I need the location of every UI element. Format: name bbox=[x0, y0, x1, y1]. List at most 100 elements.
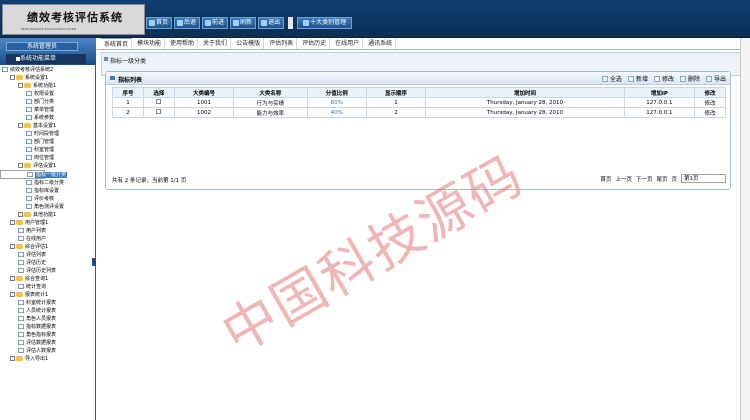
expand-collapse-icon[interactable] bbox=[10, 220, 15, 225]
tree-item[interactable]: 综合评估1 bbox=[0, 243, 96, 251]
tab-item[interactable]: 在线用户 bbox=[332, 38, 364, 49]
refresh-button[interactable]: 刷新 bbox=[230, 17, 257, 29]
first-page-link[interactable]: 首页 bbox=[600, 175, 611, 183]
page-label: 页 bbox=[671, 176, 677, 183]
tree-item[interactable]: 统计查询 bbox=[0, 283, 96, 291]
forward-button[interactable]: 前进 bbox=[202, 17, 229, 29]
table-row[interactable]: 2 1002 能力与效率 40% 2 Thursday, January 28, 2010… bbox=[112, 107, 726, 118]
tree-item[interactable]: 部门管理 bbox=[0, 138, 96, 146]
tree-item[interactable]: 评估数据报表 bbox=[0, 339, 96, 347]
sidebar-collapse-handle[interactable] bbox=[92, 258, 96, 266]
prev-page-link[interactable]: 上一页 bbox=[615, 175, 632, 183]
tree-item[interactable]: 指标二级分类 bbox=[0, 179, 96, 187]
tree-item[interactable]: 角色测评设置 bbox=[0, 203, 96, 211]
tree-item[interactable]: 评估历史 bbox=[0, 259, 96, 267]
page-icon bbox=[26, 139, 32, 144]
expand-collapse-icon[interactable] bbox=[18, 163, 23, 168]
export-button[interactable]: 导出 bbox=[705, 74, 726, 83]
row-checkbox-cell[interactable] bbox=[142, 107, 175, 118]
tree-item-label: 评估历史列表 bbox=[26, 268, 57, 274]
tree-item[interactable]: 综合查询1 bbox=[0, 275, 96, 283]
tree-item[interactable]: 系统参数 bbox=[0, 114, 96, 122]
tab-item[interactable]: 关于我们 bbox=[200, 38, 232, 49]
next-page-link[interactable]: 下一页 bbox=[636, 175, 653, 183]
tree-item[interactable]: 用户管理1 bbox=[0, 219, 96, 227]
tab-item[interactable]: 通讯系统 bbox=[365, 38, 397, 49]
page-select[interactable]: 第1页 bbox=[681, 174, 726, 183]
tree-item[interactable]: 评估历史列表 bbox=[0, 267, 96, 275]
table-row[interactable]: 1 1001 行为与实绩 60% 1 Thursday, January 28, 2010… bbox=[112, 97, 726, 108]
tree-item[interactable]: 评价考核 bbox=[0, 195, 96, 203]
expand-collapse-icon[interactable] bbox=[18, 123, 23, 128]
tree-item[interactable]: 人员统计报表 bbox=[0, 307, 96, 315]
last-page-link[interactable]: 尾页 bbox=[656, 175, 667, 183]
expand-collapse-icon[interactable] bbox=[10, 276, 15, 281]
row-checkbox-cell[interactable] bbox=[142, 97, 175, 108]
tree-item[interactable]: 基本设置1 bbox=[0, 122, 96, 130]
add-button[interactable]: 新增 bbox=[627, 74, 648, 83]
tree-item[interactable]: 评估设置1 bbox=[0, 162, 96, 170]
page-icon bbox=[18, 284, 24, 289]
expand-collapse-icon[interactable] bbox=[10, 356, 15, 361]
tree-item[interactable]: 部门分类 bbox=[0, 98, 96, 106]
tree-item[interactable]: 角色指标报表 bbox=[0, 331, 96, 339]
app-subtitle: PERFORMANCE EVALUATION SYSTEM bbox=[21, 27, 77, 31]
tree-item[interactable]: 指标数据报表 bbox=[0, 323, 96, 331]
table-cell: 127.0.0.1 bbox=[623, 107, 696, 118]
tree-item-label: 角色人员报表 bbox=[26, 316, 57, 322]
tree-item[interactable]: 评估人数报表 bbox=[0, 347, 96, 355]
left-sidebar: 系统管理员 系统功能菜单 绩效考核评估系统2 系统设置1 系统功能1 权限设置 部门分类… bbox=[0, 38, 96, 420]
tree-item[interactable]: 时间段管理 bbox=[0, 130, 96, 138]
tree-item-label: 评估设置1 bbox=[33, 163, 57, 169]
tree-item[interactable]: 权限设置 bbox=[0, 90, 96, 98]
tab-item[interactable]: 评估历史 bbox=[299, 38, 331, 49]
edit-button[interactable]: 修改 bbox=[653, 74, 674, 83]
tree-item[interactable]: 导入导出1 bbox=[0, 355, 96, 363]
column-header: 大类名称 bbox=[233, 87, 308, 98]
expand-collapse-icon[interactable] bbox=[18, 83, 23, 88]
tree-item[interactable]: 报表统计1 bbox=[0, 291, 96, 299]
tab-item[interactable]: 模块功能 bbox=[134, 38, 166, 49]
tree-item-label: 系统功能1 bbox=[33, 83, 57, 89]
admin-button[interactable]: 系统管理员 bbox=[6, 42, 78, 51]
expand-collapse-icon[interactable] bbox=[10, 75, 15, 80]
tab-item[interactable]: 使用帮助 bbox=[167, 38, 199, 49]
tree-item-label: 指标库设置 bbox=[34, 188, 60, 194]
tree-item[interactable]: 用户列表 bbox=[0, 227, 96, 235]
expand-collapse-icon[interactable] bbox=[18, 212, 23, 217]
tree-item[interactable]: 科室管理 bbox=[0, 146, 96, 154]
tree-item[interactable]: 角色人员报表 bbox=[0, 315, 96, 323]
tree-item[interactable]: 评估列表 bbox=[0, 251, 96, 259]
tab-item[interactable]: 评估列表 bbox=[266, 38, 298, 49]
tree-item[interactable]: 系统功能1 bbox=[0, 82, 96, 90]
expand-collapse-icon[interactable] bbox=[10, 244, 15, 249]
expand-collapse-icon[interactable] bbox=[10, 292, 15, 297]
menu-square-icon bbox=[16, 57, 20, 61]
select-all-button[interactable]: 全选 bbox=[601, 74, 622, 83]
tree-item[interactable]: 岗位管理 bbox=[0, 154, 96, 162]
table-cell: Thursday, January 28, 2010 bbox=[425, 97, 625, 108]
app-header: 绩效考核评估系统 PERFORMANCE EVALUATION SYSTEM 首… bbox=[0, 0, 750, 38]
tree-item[interactable]: 菜单管理 bbox=[0, 106, 96, 114]
folder-icon bbox=[16, 75, 23, 80]
logout-button[interactable]: 退出 bbox=[258, 17, 285, 29]
delete-button[interactable]: 删除 bbox=[679, 74, 700, 83]
tree-item[interactable]: 指标库设置 bbox=[0, 187, 96, 195]
tree-item[interactable]: 科室统计报表 bbox=[0, 299, 96, 307]
refresh-icon bbox=[233, 20, 240, 26]
row-edit-link[interactable]: 修改 bbox=[694, 107, 726, 118]
back-button[interactable]: 后退 bbox=[174, 17, 201, 29]
tree-item[interactable]: 其他功能1 bbox=[0, 211, 96, 219]
row-checkbox[interactable] bbox=[156, 99, 162, 104]
home-button[interactable]: 首页 bbox=[146, 17, 173, 29]
row-checkbox[interactable] bbox=[156, 109, 162, 114]
tree-item[interactable]: 指标一级分类 bbox=[0, 170, 68, 179]
row-edit-link[interactable]: 修改 bbox=[694, 97, 726, 108]
tree-item[interactable]: 在线用户 bbox=[0, 235, 96, 243]
tab-item[interactable]: 公告模版 bbox=[233, 38, 265, 49]
tree-item[interactable]: 系统设置1 bbox=[0, 74, 96, 82]
tab-item[interactable]: 系统首页 bbox=[101, 38, 133, 49]
category-manage-button[interactable]: 十大类别管理 bbox=[297, 17, 353, 29]
tree-item[interactable]: 绩效考核评估系统2 bbox=[0, 66, 96, 74]
vertical-scrollbar[interactable] bbox=[740, 38, 750, 420]
